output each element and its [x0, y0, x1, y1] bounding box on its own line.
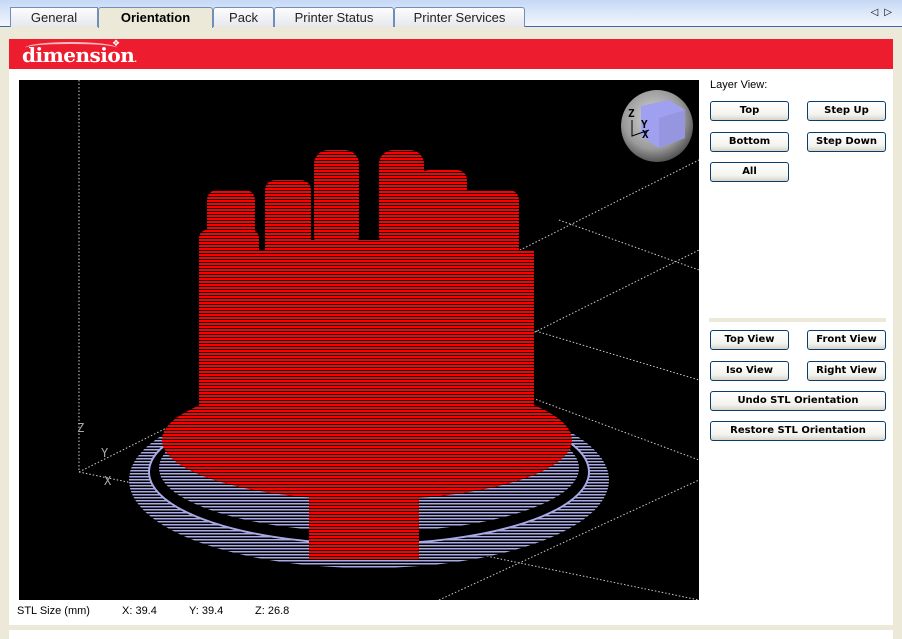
part-hub	[309, 240, 419, 560]
tab-orientation[interactable]: Orientation	[98, 7, 213, 28]
tab-printer-status[interactable]: Printer Status	[274, 7, 394, 27]
brand-banner: ❖ dimension.	[9, 39, 893, 69]
tab-scroll: ◁▷	[871, 7, 898, 18]
axis-label-x: X	[104, 474, 112, 488]
iso-view-button[interactable]: Iso View	[710, 361, 789, 381]
cube-label-z: Z	[628, 107, 635, 120]
stl-size-label: STL Size (mm)	[17, 605, 90, 617]
tab-general[interactable]: General	[10, 7, 98, 27]
top-view-button[interactable]: Top View	[710, 330, 789, 350]
layer-view-label: Layer View:	[710, 79, 768, 91]
stl-size-x: X: 39.4	[122, 605, 157, 617]
stl-render: Z Y X Z Y X	[77, 80, 699, 600]
tab-pack[interactable]: Pack	[213, 7, 274, 27]
layer-bottom-button[interactable]: Bottom	[710, 132, 789, 152]
brand-logo: dimension.	[22, 43, 137, 67]
section-divider	[709, 318, 886, 322]
tab-bar: General Orientation Pack Printer Status …	[0, 0, 902, 28]
layer-all-button[interactable]: All	[710, 162, 789, 182]
orientation-panel: ❖ dimension. Z Y X Z Y X Layer View: Top…	[9, 39, 893, 625]
right-view-button[interactable]: Right View	[807, 361, 886, 381]
stl-3d-viewport[interactable]: Z Y X Z Y X	[19, 80, 699, 600]
stl-size-y: Y: 39.4	[189, 605, 224, 617]
orientation-cube-widget: Z Y X	[621, 90, 693, 162]
layer-top-button[interactable]: Top	[710, 101, 789, 121]
stl-size-z: Z: 26.8	[255, 605, 290, 617]
axis-label-y: Y	[101, 446, 109, 460]
front-view-button[interactable]: Front View	[807, 330, 886, 350]
bottom-panel-edge	[9, 630, 893, 639]
step-down-button[interactable]: Step Down	[807, 132, 886, 152]
tab-scroll-left-icon[interactable]: ◁	[871, 7, 885, 18]
right-panel-edge	[893, 39, 902, 639]
step-up-button[interactable]: Step Up	[807, 101, 886, 121]
undo-stl-orientation-button[interactable]: Undo STL Orientation	[710, 391, 886, 411]
axis-label-z: Z	[77, 421, 84, 435]
restore-stl-orientation-button[interactable]: Restore STL Orientation	[710, 421, 886, 441]
tab-scroll-right-icon[interactable]: ▷	[884, 7, 898, 18]
tab-printer-services[interactable]: Printer Services	[394, 7, 525, 27]
